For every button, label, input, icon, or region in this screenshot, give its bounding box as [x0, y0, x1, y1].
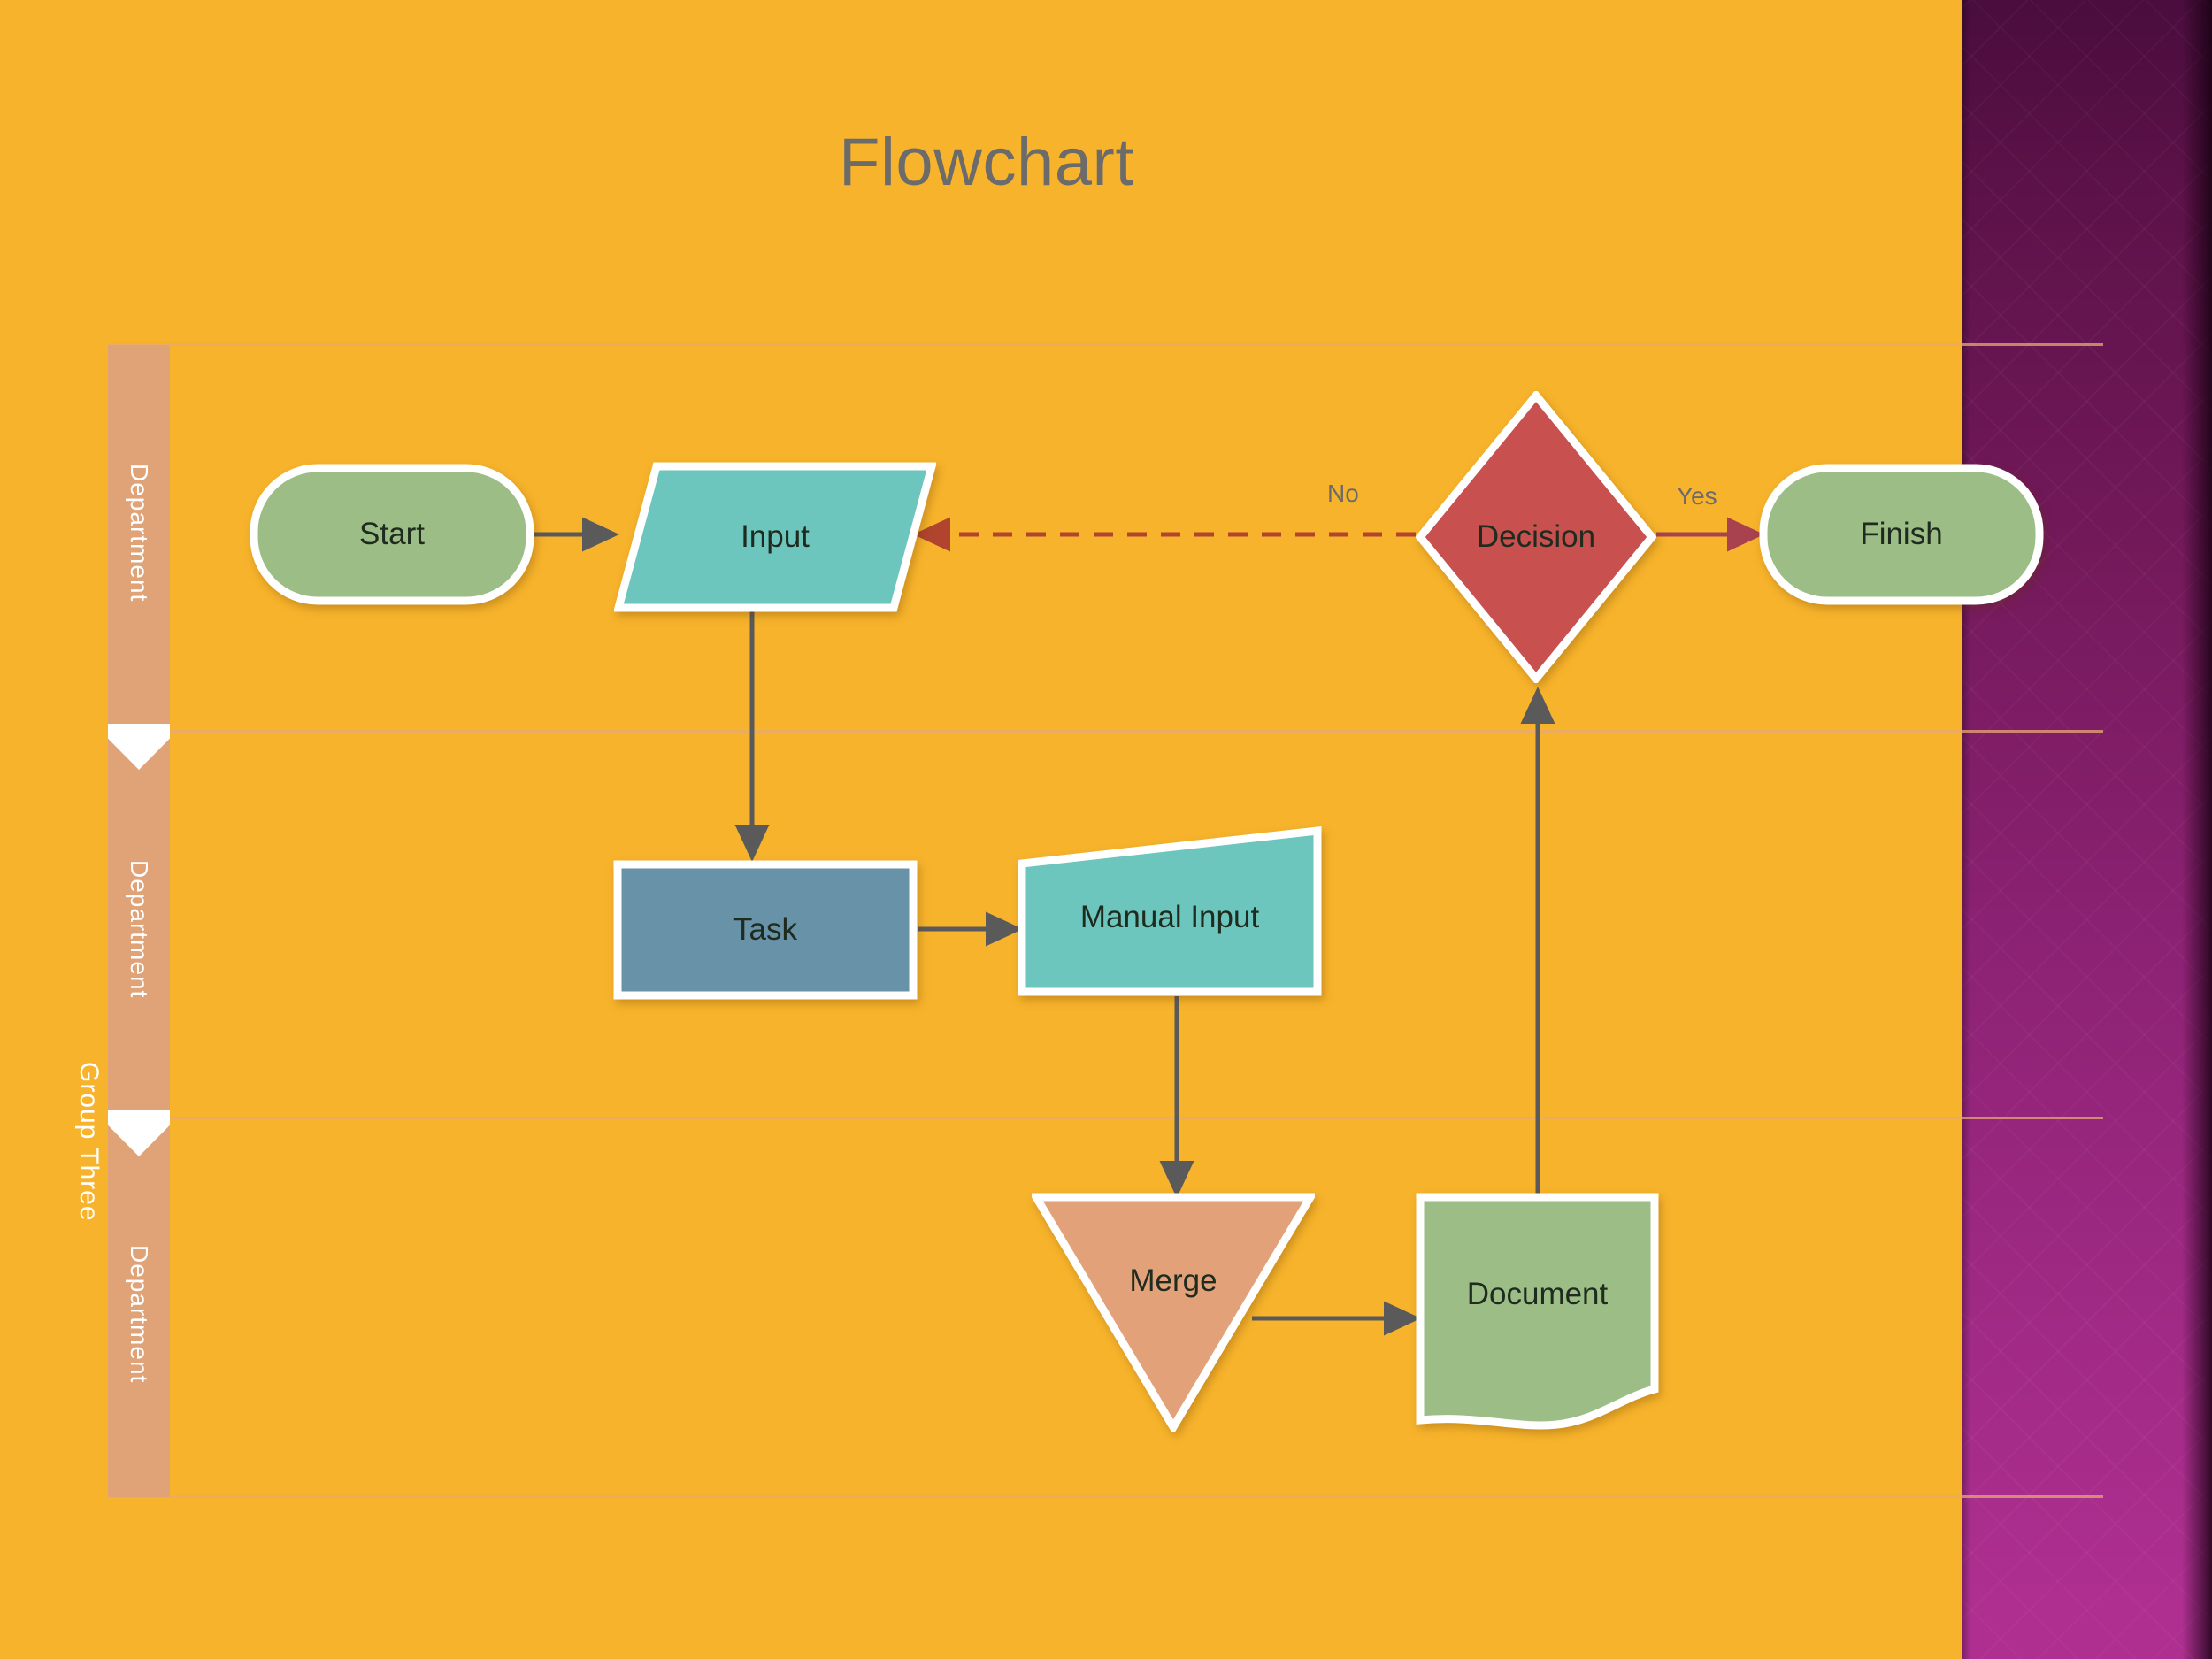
- node-document[interactable]: Document: [1416, 1193, 1659, 1435]
- parallelogram-shape-input: [614, 462, 936, 612]
- slide-canvas: Flowchart Department Department Departme…: [0, 0, 2212, 1659]
- swimlane-group-label: Group Three: [69, 1009, 108, 1274]
- rectangle-shape-task: [613, 860, 918, 1000]
- terminator-shape-start: [250, 464, 534, 605]
- node-decision[interactable]: Decision: [1416, 391, 1656, 683]
- node-task[interactable]: Task: [613, 860, 918, 1000]
- trapezoid-shape-manual-input: [1018, 826, 1322, 996]
- node-manual-input[interactable]: Manual Input: [1018, 826, 1322, 996]
- terminator-shape-finish: [1759, 464, 2044, 605]
- triangle-down-shape-merge: [1032, 1193, 1315, 1432]
- swimlane-group-label-text: Group Three: [74, 1061, 104, 1222]
- edge-label-yes: Yes: [1677, 482, 1717, 510]
- edge-label-no: No: [1327, 480, 1359, 507]
- diamond-shape-decision: [1416, 391, 1656, 683]
- node-merge[interactable]: Merge: [1032, 1193, 1315, 1432]
- node-finish[interactable]: Finish: [1759, 464, 2044, 605]
- node-input[interactable]: Input: [614, 462, 936, 612]
- document-shape: [1416, 1193, 1659, 1435]
- node-start[interactable]: Start: [250, 464, 534, 605]
